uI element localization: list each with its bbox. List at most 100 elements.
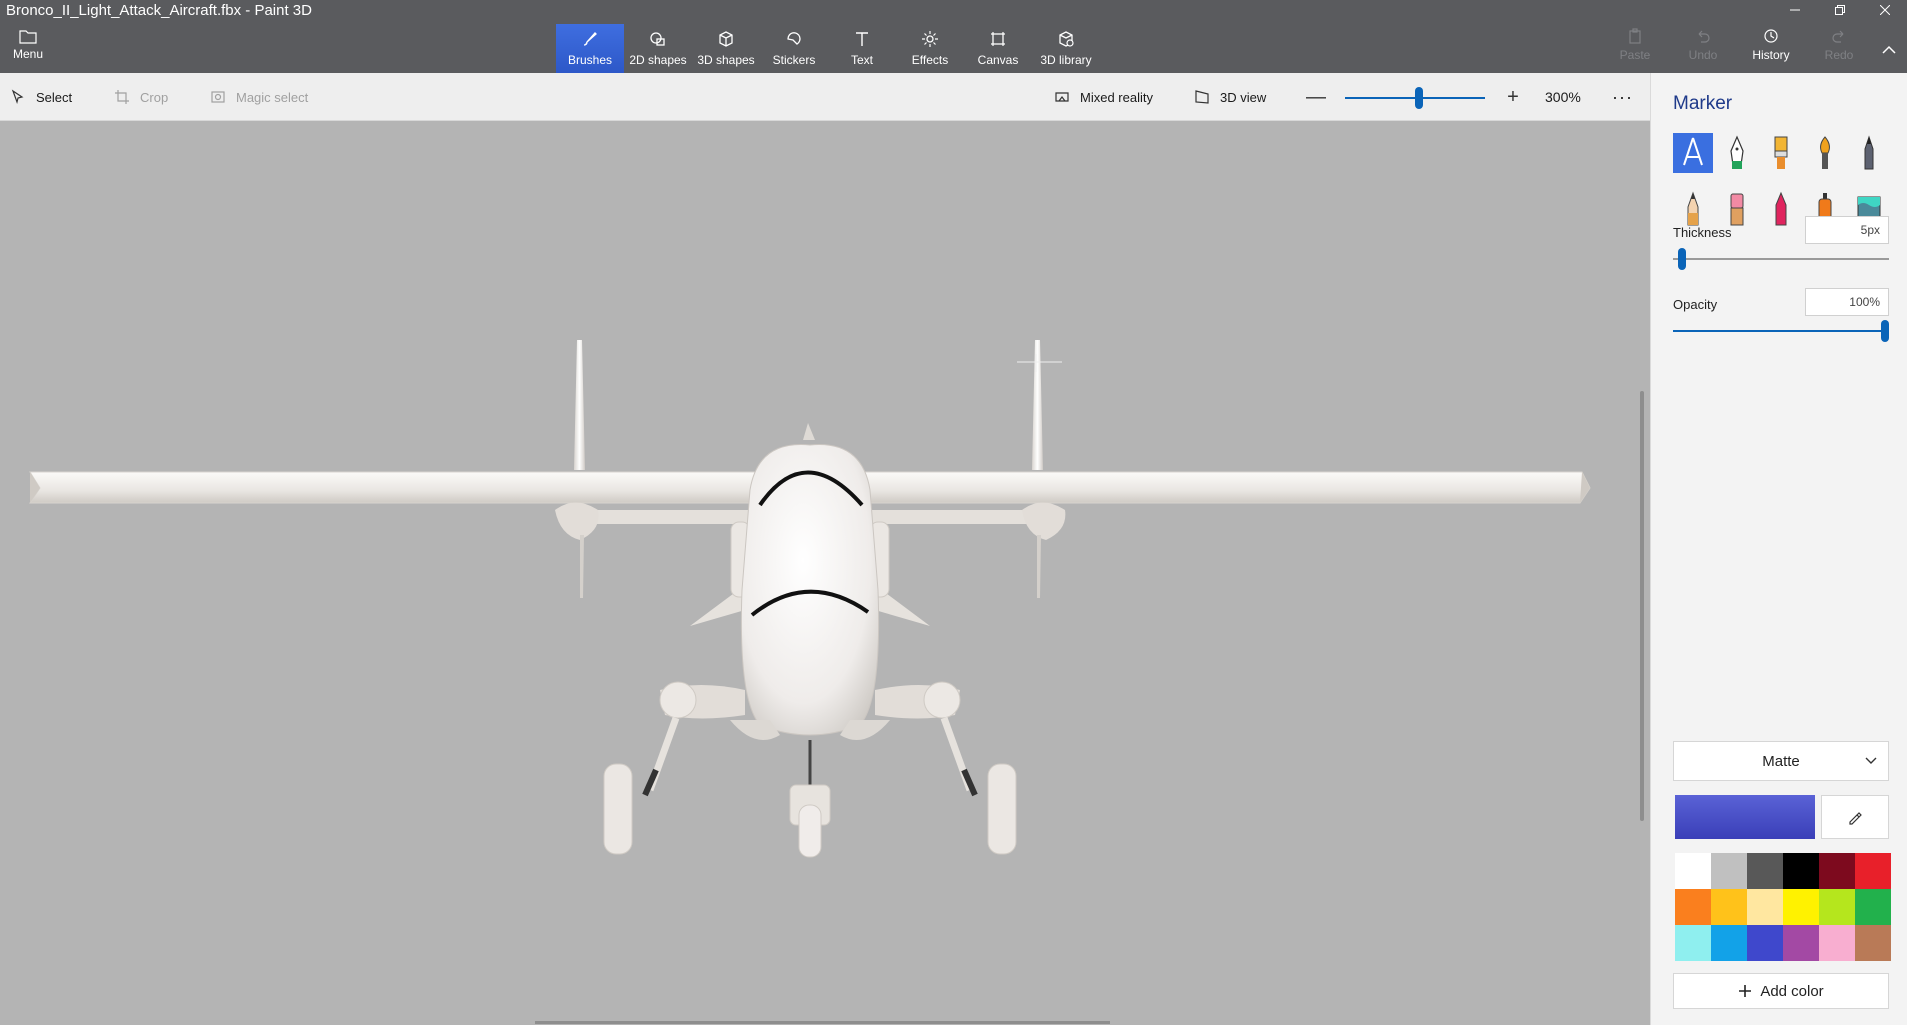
palette-color-4[interactable] [1783, 853, 1819, 889]
current-color-swatch[interactable] [1675, 795, 1815, 839]
zoom-percentage[interactable]: 300% [1545, 73, 1581, 121]
palette-color-15[interactable] [1747, 925, 1783, 961]
palette-color-3[interactable] [1747, 853, 1783, 889]
minimize-button[interactable] [1772, 0, 1817, 20]
horizontal-scrollbar[interactable] [535, 1021, 1110, 1024]
palette-color-17[interactable] [1819, 925, 1855, 961]
crop-label: Crop [140, 89, 169, 105]
aircraft-model[interactable] [0, 121, 1650, 1025]
undo-button[interactable]: Undo [1669, 28, 1737, 62]
2d-shapes-icon [650, 32, 665, 46]
thickness-slider-thumb[interactable] [1677, 248, 1686, 270]
folder-icon [19, 30, 37, 44]
mixed-reality-label: Mixed reality [1080, 89, 1153, 105]
command-bar: Select Crop Magic select Mixed reality 3… [0, 73, 1650, 121]
palette-color-9[interactable] [1747, 889, 1783, 925]
finish-dropdown[interactable]: Matte [1673, 741, 1889, 781]
calligraphy-pen-brush[interactable] [1717, 133, 1757, 173]
calligraphy-pen-icon [1730, 135, 1744, 169]
zoom-in-button[interactable]: + [1503, 86, 1523, 108]
tab-effects-label: Effects [911, 53, 949, 67]
tab-3d-library-label: 3D library [1040, 53, 1092, 67]
close-button[interactable] [1862, 0, 1907, 20]
add-color-button[interactable]: Add color [1673, 973, 1889, 1009]
crop-icon [115, 90, 129, 104]
opacity-input[interactable]: 100% [1805, 288, 1889, 316]
palette-color-6[interactable] [1855, 853, 1891, 889]
magic-select-button[interactable]: Magic select [210, 73, 308, 121]
menu-button[interactable]: Menu [8, 28, 48, 68]
history-label: History [1752, 48, 1790, 62]
palette-color-11[interactable] [1819, 889, 1855, 925]
magic-select-label: Magic select [236, 89, 309, 105]
history-button[interactable]: History [1737, 28, 1805, 62]
paste-icon [1629, 28, 1641, 44]
redo-button[interactable]: Redo [1805, 28, 1873, 62]
vertical-scrollbar[interactable] [1640, 391, 1644, 821]
restore-icon [1834, 5, 1845, 15]
pencil-brush[interactable] [1673, 189, 1713, 229]
plus-icon [1739, 985, 1752, 997]
watercolor-brush[interactable] [1805, 133, 1845, 173]
mixed-reality-button[interactable]: Mixed reality [1054, 73, 1153, 121]
opacity-slider-thumb[interactable] [1881, 320, 1889, 342]
brushes-panel: Marker Thickness 5px Opacity 100% Matte … [1650, 73, 1907, 1025]
marker-brush[interactable] [1673, 133, 1713, 173]
eraser-brush[interactable] [1717, 189, 1757, 229]
tab-2d-shapes-label: 2D shapes [629, 53, 687, 67]
undo-icon [1698, 30, 1710, 43]
menu-label: Menu [12, 47, 44, 61]
window-title: Bronco_II_Light_Attack_Aircraft.fbx - Pa… [6, 2, 312, 19]
tab-3d-shapes[interactable]: 3D shapes [692, 24, 760, 73]
tab-brushes[interactable]: Brushes [556, 24, 624, 73]
history-icon [1764, 29, 1778, 43]
palette-color-1[interactable] [1675, 853, 1711, 889]
collapse-ribbon-icon[interactable] [1879, 40, 1899, 60]
tab-text[interactable]: Text [828, 24, 896, 73]
paste-button[interactable]: Paste [1601, 28, 1669, 62]
thickness-input[interactable]: 5px [1805, 216, 1889, 244]
tab-effects[interactable]: Effects [896, 24, 964, 73]
3d-view-button[interactable]: 3D view [1194, 73, 1266, 121]
thickness-slider-track[interactable] [1673, 258, 1889, 260]
crop-button[interactable]: Crop [114, 73, 168, 121]
add-color-label: Add color [1760, 982, 1824, 1000]
palette-color-5[interactable] [1819, 853, 1855, 889]
tab-canvas[interactable]: Canvas [964, 24, 1032, 73]
palette-color-7[interactable] [1675, 889, 1711, 925]
pixel-pen-icon [1864, 135, 1874, 170]
palette-color-2[interactable] [1711, 853, 1747, 889]
3d-view-icon [1195, 90, 1209, 104]
pixel-pen-brush[interactable] [1849, 133, 1889, 173]
brush-icon [583, 32, 597, 46]
palette-color-16[interactable] [1783, 925, 1819, 961]
select-button[interactable]: Select [10, 73, 72, 121]
tab-stickers[interactable]: Stickers [760, 24, 828, 73]
opacity-slider-fill [1673, 330, 1881, 332]
tab-canvas-label: Canvas [977, 53, 1019, 67]
title-and-ribbon-bar: Bronco_II_Light_Attack_Aircraft.fbx - Pa… [0, 0, 1907, 73]
oil-brush[interactable] [1761, 133, 1801, 173]
palette-color-10[interactable] [1783, 889, 1819, 925]
tab-3d-library[interactable]: 3D library [1032, 24, 1100, 73]
stickers-icon [787, 32, 801, 45]
palette-color-13[interactable] [1675, 925, 1711, 961]
3d-view-label: 3D view [1220, 89, 1267, 105]
eyedropper-button[interactable] [1821, 795, 1889, 839]
panel-title: Marker [1673, 93, 1733, 114]
canvas-icon [991, 32, 1005, 46]
watercolor-icon [1820, 136, 1830, 169]
canvas-area[interactable] [0, 121, 1650, 1025]
tab-2d-shapes[interactable]: 2D shapes [624, 24, 692, 73]
crayon-brush[interactable] [1761, 189, 1801, 229]
palette-color-14[interactable] [1711, 925, 1747, 961]
restore-button[interactable] [1817, 0, 1862, 20]
palette-color-18[interactable] [1855, 925, 1891, 961]
zoom-slider-thumb[interactable] [1415, 87, 1423, 109]
more-options-button[interactable]: ··· [1612, 73, 1633, 121]
palette-color-8[interactable] [1711, 889, 1747, 925]
finish-value: Matte [1762, 752, 1800, 770]
zoom-out-button[interactable]: — [1306, 86, 1326, 108]
undo-label: Undo [1688, 48, 1718, 62]
palette-color-12[interactable] [1855, 889, 1891, 925]
